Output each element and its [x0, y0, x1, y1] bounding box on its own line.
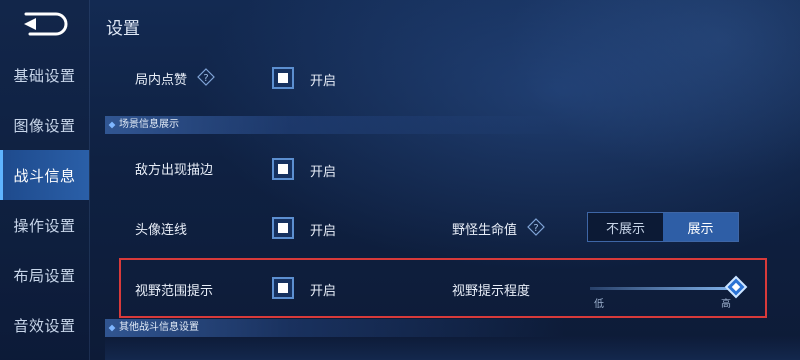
like-in-game-label: 局内点赞	[135, 73, 188, 88]
checkbox-mark	[278, 283, 288, 293]
help-icon[interactable]: ?	[527, 218, 545, 236]
sidebar: 基础设置 图像设置 战斗信息 操作设置 布局设置 音效设置	[0, 0, 90, 360]
sidebar-item-label: 布局设置	[13, 266, 76, 285]
monster-hp-label: 野怪生命值	[452, 223, 518, 238]
vision-level-label: 视野提示程度	[452, 284, 531, 299]
section-header-other-battle-info: 其他战斗信息设置	[105, 319, 565, 337]
slider-max-label: 高	[721, 299, 731, 310]
monster-hp-option-show[interactable]: 展示	[663, 213, 738, 241]
like-in-game-checkbox[interactable]	[272, 67, 294, 89]
sidebar-item-label: 音效设置	[13, 316, 76, 335]
slider-min-label: 低	[594, 299, 604, 310]
monster-hp-toggle[interactable]: 不展示 展示	[587, 212, 739, 242]
page-title: 设置	[106, 19, 140, 39]
sidebar-item-graphics[interactable]: 图像设置	[0, 100, 89, 150]
help-icon[interactable]: ?	[197, 68, 215, 86]
sidebar-item-label: 基础设置	[13, 66, 76, 85]
like-in-game-state: 开启	[310, 74, 337, 89]
avatar-line-checkbox[interactable]	[272, 217, 294, 239]
svg-text:?: ?	[203, 73, 208, 84]
vision-hint-label: 视野范围提示	[135, 284, 214, 299]
sidebar-item-label: 图像设置	[13, 116, 76, 135]
section-title: 场景信息展示	[119, 119, 179, 130]
sidebar-item-basic[interactable]: 基础设置	[0, 50, 89, 100]
avatar-line-state: 开启	[310, 224, 337, 239]
section-title: 其他战斗信息设置	[119, 322, 199, 333]
back-icon[interactable]	[16, 8, 72, 38]
sidebar-item-audio[interactable]: 音效设置	[0, 300, 89, 350]
sidebar-item-controls[interactable]: 操作设置	[0, 200, 89, 250]
monster-hp-option-hide[interactable]: 不展示	[588, 213, 663, 241]
avatar-line-label: 头像连线	[135, 223, 188, 238]
checkbox-mark	[278, 164, 288, 174]
next-row-strip	[105, 336, 800, 360]
checkbox-mark	[278, 73, 288, 83]
enemy-outline-state: 开启	[310, 165, 337, 180]
sidebar-item-label: 战斗信息	[13, 166, 76, 185]
vision-hint-state: 开启	[310, 284, 337, 299]
sidebar-item-label: 操作设置	[13, 216, 76, 235]
sidebar-item-layout[interactable]: 布局设置	[0, 250, 89, 300]
vision-level-slider-track[interactable]	[590, 287, 732, 290]
section-header-scene-info: 场景信息展示	[105, 116, 565, 134]
enemy-outline-checkbox[interactable]	[272, 158, 294, 180]
svg-text:?: ?	[533, 223, 538, 234]
vision-hint-checkbox[interactable]	[272, 277, 294, 299]
enemy-outline-label: 敌方出现描边	[135, 163, 214, 178]
sidebar-item-battle-info[interactable]: 战斗信息	[0, 150, 89, 200]
checkbox-mark	[278, 223, 288, 233]
